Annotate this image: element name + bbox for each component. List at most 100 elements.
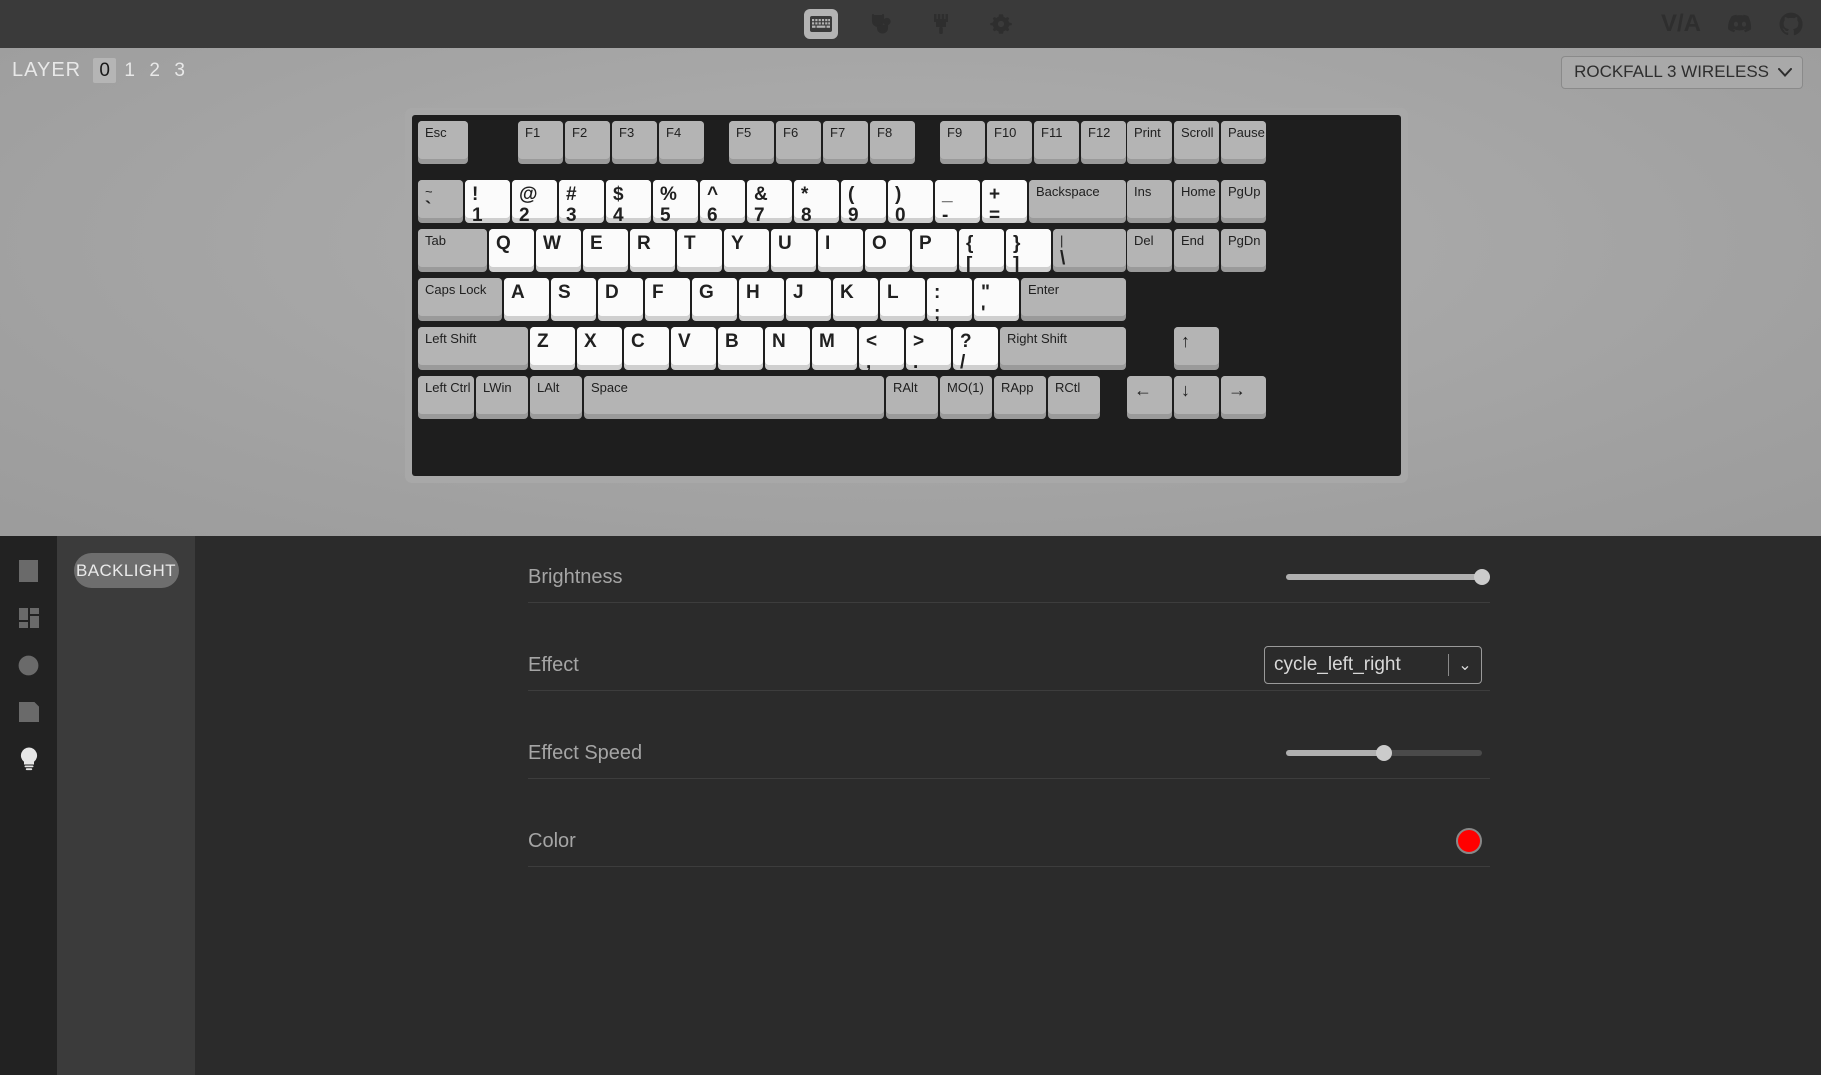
key-[interactable]: {[ — [959, 229, 1004, 274]
discord-link[interactable] — [1727, 14, 1753, 34]
key-caps-lock[interactable]: Caps Lock — [418, 278, 502, 321]
key-enter[interactable]: Enter — [1021, 278, 1126, 321]
github-link[interactable] — [1779, 12, 1803, 36]
chevron-down-icon[interactable]: ⌄ — [1449, 655, 1481, 675]
key-[interactable]: ← — [1127, 376, 1172, 419]
key-left-shift[interactable]: Left Shift — [418, 327, 528, 370]
key-f1[interactable]: F1 — [518, 121, 563, 164]
key-pause[interactable]: Pause — [1221, 121, 1266, 164]
slider-thumb[interactable] — [1474, 569, 1490, 585]
key-scroll[interactable]: Scroll — [1174, 121, 1219, 164]
rail-item-keymap[interactable] — [14, 556, 44, 586]
key-[interactable]: ) 0 — [888, 180, 933, 225]
key-end[interactable]: End — [1174, 229, 1219, 272]
tab-key-tester[interactable] — [864, 9, 898, 39]
key-e[interactable]: E — [583, 229, 628, 272]
key-c[interactable]: C — [624, 327, 669, 370]
key-right-shift[interactable]: Right Shift — [1000, 327, 1126, 370]
color-swatch[interactable] — [1456, 828, 1482, 854]
layer-button-3[interactable]: 3 — [168, 58, 191, 83]
key-f10[interactable]: F10 — [987, 121, 1032, 164]
layer-button-2[interactable]: 2 — [143, 58, 166, 83]
brightness-slider[interactable] — [1286, 567, 1490, 587]
effect-speed-slider[interactable] — [1286, 743, 1482, 763]
key-i[interactable]: I — [818, 229, 863, 272]
key-[interactable]: $4 — [606, 180, 651, 225]
tab-configure-keymap[interactable] — [803, 9, 838, 39]
key-t[interactable]: T — [677, 229, 722, 272]
key-s[interactable]: S — [551, 278, 596, 321]
key-[interactable]: ↓ — [1174, 376, 1219, 419]
key-ins[interactable]: Ins — [1127, 180, 1172, 223]
key-k[interactable]: K — [833, 278, 878, 321]
key-del[interactable]: Del — [1127, 229, 1172, 272]
tab-design[interactable] — [924, 9, 958, 39]
key-f6[interactable]: F6 — [776, 121, 821, 164]
key-f4[interactable]: F4 — [659, 121, 704, 164]
key-f11[interactable]: F11 — [1034, 121, 1079, 164]
key-n[interactable]: N — [765, 327, 810, 370]
key-o[interactable]: O — [865, 229, 910, 272]
rail-item-backlight[interactable] — [14, 744, 44, 774]
key-[interactable]: " ' — [974, 278, 1019, 323]
via-logo[interactable]: V/A — [1661, 12, 1701, 36]
key-q[interactable]: Q — [489, 229, 534, 272]
key-[interactable]: → — [1221, 376, 1266, 419]
key-d[interactable]: D — [598, 278, 643, 321]
key-space[interactable]: Space — [584, 376, 884, 419]
key-[interactable]: ! 1 — [465, 180, 510, 225]
key-f3[interactable]: F3 — [612, 121, 657, 164]
key-f2[interactable]: F2 — [565, 121, 610, 164]
key-v[interactable]: V — [671, 327, 716, 370]
key-[interactable]: & 7 — [747, 180, 792, 225]
key-[interactable]: #3 — [559, 180, 604, 225]
key-f[interactable]: F — [645, 278, 690, 321]
key-m[interactable]: M — [812, 327, 857, 370]
tab-backlight[interactable]: BACKLIGHT — [73, 553, 179, 588]
key-[interactable]: ? / — [953, 327, 998, 372]
layer-button-0[interactable]: 0 — [93, 58, 117, 83]
key-[interactable]: }] — [1006, 229, 1051, 274]
key-[interactable]: :; — [927, 278, 972, 323]
key-f5[interactable]: F5 — [729, 121, 774, 164]
key-rapp[interactable]: RApp — [994, 376, 1046, 419]
key-r[interactable]: R — [630, 229, 675, 272]
device-selector[interactable]: ROCKFALL 3 WIRELESS — [1561, 56, 1803, 89]
key-home[interactable]: Home — [1174, 180, 1219, 223]
key-rctl[interactable]: RCtl — [1048, 376, 1100, 419]
key-j[interactable]: J — [786, 278, 831, 321]
layer-button-1[interactable]: 1 — [118, 58, 141, 83]
key-[interactable]: _ - — [935, 180, 980, 225]
slider-thumb[interactable] — [1376, 745, 1392, 761]
key-l[interactable]: L — [880, 278, 925, 321]
key-b[interactable]: B — [718, 327, 763, 370]
key-[interactable]: >. — [906, 327, 951, 372]
effect-select[interactable]: cycle_left_right ⌄ — [1264, 646, 1482, 684]
key-g[interactable]: G — [692, 278, 737, 321]
rail-item-rotary-encoder[interactable] — [14, 650, 44, 680]
key-p[interactable]: P — [912, 229, 957, 272]
key-[interactable]: ↑ — [1174, 327, 1219, 370]
rail-item-layouts[interactable] — [14, 603, 44, 633]
key-pgup[interactable]: PgUp — [1221, 180, 1266, 223]
key-x[interactable]: X — [577, 327, 622, 370]
key-pgdn[interactable]: PgDn — [1221, 229, 1266, 272]
tab-settings[interactable] — [984, 9, 1018, 39]
key-f12[interactable]: F12 — [1081, 121, 1126, 164]
key-f8[interactable]: F8 — [870, 121, 915, 164]
key-print[interactable]: Print — [1127, 121, 1172, 164]
key-y[interactable]: Y — [724, 229, 769, 272]
key-u[interactable]: U — [771, 229, 816, 272]
key-z[interactable]: Z — [530, 327, 575, 370]
key-ralt[interactable]: RAlt — [886, 376, 938, 419]
key-[interactable]: (9 — [841, 180, 886, 225]
key-[interactable]: % 5 — [653, 180, 698, 225]
key-tab[interactable]: Tab — [418, 229, 487, 272]
key-lwin[interactable]: LWin — [476, 376, 528, 419]
key-[interactable]: @2 — [512, 180, 557, 225]
key-[interactable]: <, — [859, 327, 904, 372]
key-[interactable]: + = — [982, 180, 1027, 225]
key-[interactable]: ~ ` — [418, 180, 463, 223]
key-left-ctrl[interactable]: Left Ctrl — [418, 376, 474, 419]
key-h[interactable]: H — [739, 278, 784, 321]
